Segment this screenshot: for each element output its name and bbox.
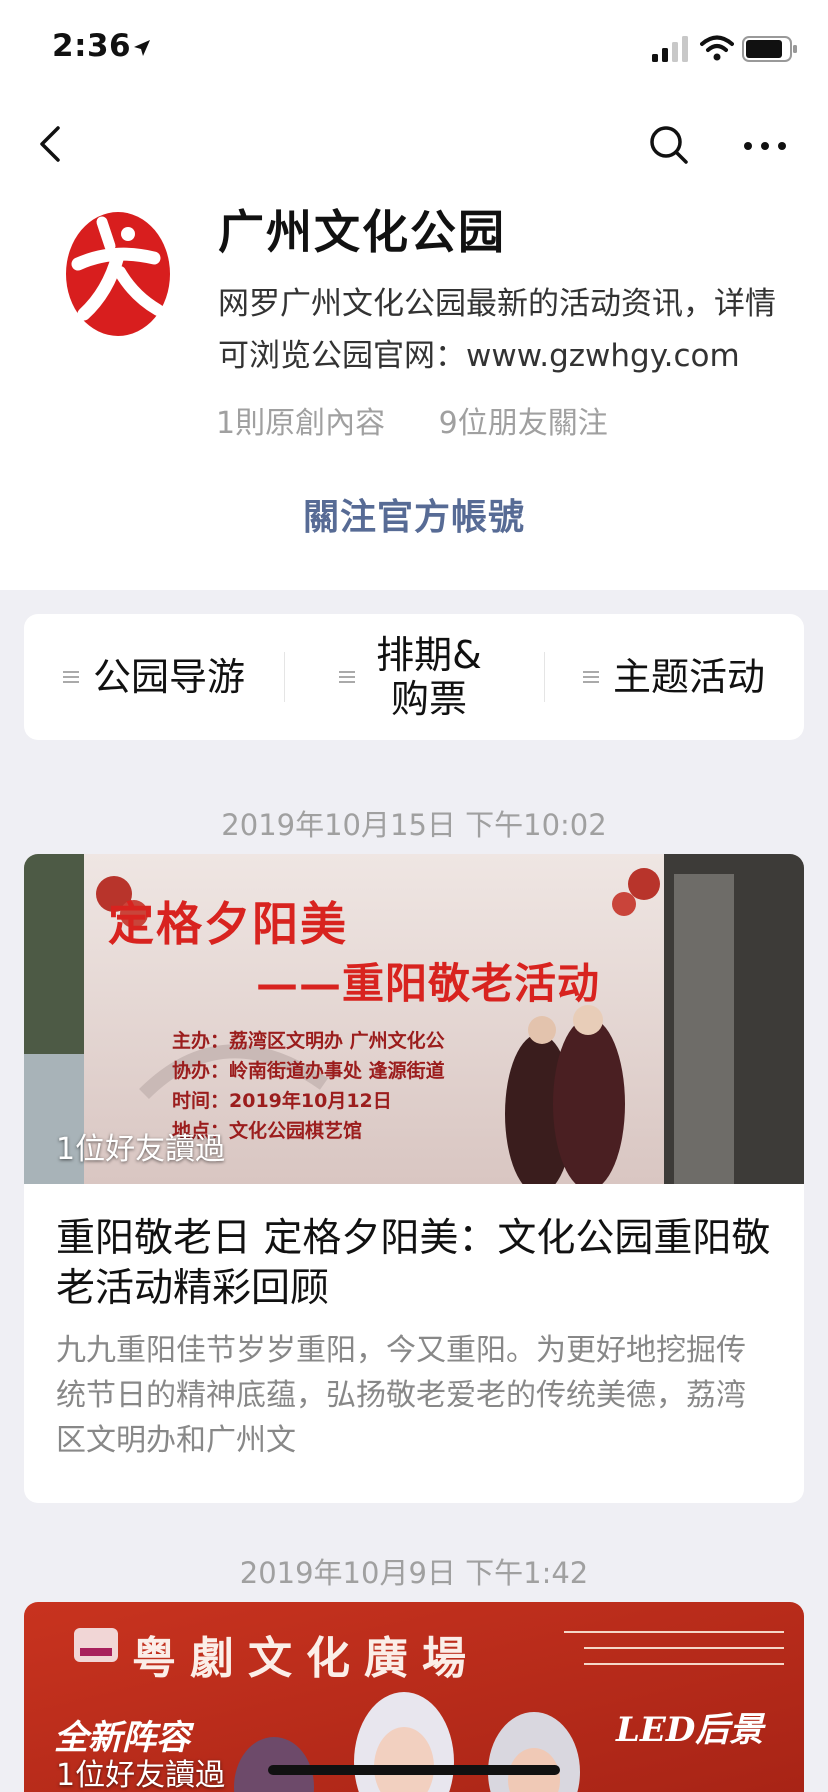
more-icon[interactable] xyxy=(740,114,790,174)
cover-tag: LED后景 xyxy=(616,1710,764,1750)
account-name: 广州文化公园 xyxy=(218,205,506,259)
article-title[interactable]: 重阳敬老日 定格夕阳美：文化公园重阳敬老活动精彩回顾 xyxy=(56,1214,772,1314)
article-card[interactable]: 定格夕阳美 ——重阳敬老活动 主办：荔湾区文明办 广州文化公 协办：岭南街道办事… xyxy=(24,854,804,1503)
battery-icon xyxy=(742,36,797,62)
cover-subheadline: ——重阳敬老活动 xyxy=(256,959,601,1008)
friends-read-badge: 1位好友讀過 xyxy=(56,1132,226,1167)
account-logo xyxy=(66,212,170,336)
wifi-icon xyxy=(700,35,734,61)
friends-following-count[interactable]: 9位朋友關注 xyxy=(439,406,608,441)
original-content-count[interactable]: 1則原創內容 xyxy=(216,406,385,441)
article-card[interactable]: 粤劇文化廣場 全新阵容 LED后景 1位好友讀過 xyxy=(24,1602,804,1792)
friends-read-badge: 1位好友讀過 xyxy=(56,1758,226,1792)
status-bar: 2:36 xyxy=(0,0,828,100)
account-profile: 广州文化公园 网罗广州文化公园最新的活动资讯，详情可浏览公园官网：www.gzw… xyxy=(0,100,828,590)
post-date: 2019年10月9日 下午1:42 xyxy=(239,1556,589,1590)
cover-headline: 粤劇文化廣場 xyxy=(132,1633,480,1684)
menu-item-themed-events[interactable]: 主题活动 xyxy=(544,614,804,740)
menu-list-icon xyxy=(62,671,79,683)
account-stats: 1則原創內容 9位朋友關注 xyxy=(216,398,652,442)
status-time: 2:36 xyxy=(52,28,132,64)
post-date: 2019年10月15日 下午10:02 xyxy=(221,808,607,842)
signal-icon xyxy=(652,36,688,62)
back-chevron-icon[interactable] xyxy=(30,114,74,174)
article-digest: 九九重阳佳节岁岁重阳，今又重阳。为更好地挖掘传统节日的精神底蕴，弘扬敬老爱老的传… xyxy=(56,1333,746,1458)
account-description: 网罗广州文化公园最新的活动资讯，详情可浏览公园官网：www.gzwhgy.com xyxy=(218,286,776,374)
cover-info-line: 协办：岭南街道办事处 逢源街道 xyxy=(172,1060,445,1082)
menu-item-park-guide[interactable]: 公园导游 xyxy=(24,614,284,740)
menu-item-label: 公园导游 xyxy=(92,655,245,699)
menu-item-label: 主题活动 xyxy=(612,655,765,699)
cover-info-line: 主办：荔湾区文明办 广州文化公 xyxy=(172,1030,445,1052)
article-cover-image[interactable]: 定格夕阳美 ——重阳敬老活动 主办：荔湾区文明办 广州文化公 协办：岭南街道办事… xyxy=(24,854,804,1184)
menu-list-icon xyxy=(339,671,355,683)
cover-info-line: 时间：2019年10月12日 xyxy=(172,1090,392,1112)
menu-list-icon xyxy=(582,671,599,683)
follow-button[interactable]: 關注官方帳號 xyxy=(0,488,828,540)
menu-item-schedule-tickets[interactable]: 排期&购票 xyxy=(284,614,544,740)
home-indicator[interactable] xyxy=(268,1765,560,1775)
search-icon[interactable] xyxy=(644,114,694,174)
menu-item-label: 排期&购票 xyxy=(376,633,482,721)
account-menu: 公园导游 排期&购票 主题活动 xyxy=(24,614,804,740)
article-cover-image[interactable]: 粤劇文化廣場 全新阵容 LED后景 1位好友讀過 xyxy=(24,1602,804,1792)
location-arrow-icon xyxy=(134,40,150,56)
cover-headline: 定格夕阳美 xyxy=(108,897,348,951)
